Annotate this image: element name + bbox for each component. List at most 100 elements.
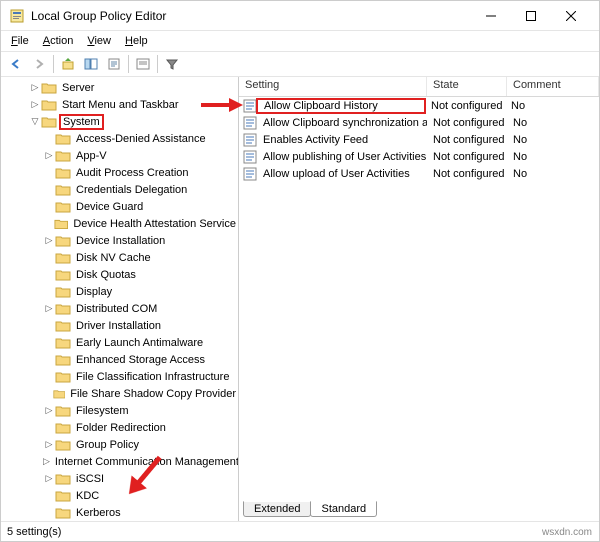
list-body[interactable]: Allow Clipboard HistoryNot configuredNoA…: [239, 97, 599, 501]
tree-item-label: Enhanced Storage Access: [74, 354, 207, 366]
folder-icon: [55, 472, 71, 486]
toolbar: [1, 51, 599, 77]
twisty-collapsed-icon[interactable]: ▷: [43, 473, 55, 485]
folder-icon: [54, 217, 68, 231]
column-state[interactable]: State: [427, 77, 507, 96]
folder-icon: [55, 319, 71, 333]
tree-item[interactable]: Disk NV Cache: [1, 249, 238, 266]
titlebar: Local Group Policy Editor: [1, 1, 599, 31]
tree-item[interactable]: Access-Denied Assistance: [1, 130, 238, 147]
properties-button[interactable]: [103, 53, 125, 75]
tree-item[interactable]: ▷Internet Communication Management: [1, 453, 238, 470]
tree-item-label: Disk Quotas: [74, 269, 138, 281]
tab-extended[interactable]: Extended: [243, 501, 311, 517]
twisty-expanded-icon[interactable]: ▽: [29, 116, 41, 128]
list-row[interactable]: Enables Activity FeedNot configuredNo: [239, 131, 599, 148]
tree-item[interactable]: Disk Quotas: [1, 266, 238, 283]
tab-standard[interactable]: Standard: [310, 501, 377, 517]
setting-icon: [243, 116, 257, 130]
setting-icon: [243, 167, 257, 181]
twisty-collapsed-icon[interactable]: ▷: [29, 99, 41, 111]
refresh-button[interactable]: [132, 53, 154, 75]
twisty-none: [43, 422, 55, 434]
tree-item[interactable]: Credentials Delegation: [1, 181, 238, 198]
cell-state: Not configured: [427, 168, 507, 180]
twisty-collapsed-icon[interactable]: ▷: [43, 405, 55, 417]
tree-item[interactable]: Early Launch Antimalware: [1, 334, 238, 351]
tree-pane[interactable]: ▷Server▷Start Menu and Taskbar▽SystemAcc…: [1, 77, 239, 521]
tree-item[interactable]: Enhanced Storage Access: [1, 351, 238, 368]
tree-item-label: App-V: [74, 150, 109, 162]
tree-item[interactable]: ▷Server: [1, 79, 238, 96]
twisty-none: [43, 286, 55, 298]
status-text: 5 setting(s): [7, 526, 61, 538]
folder-icon: [55, 489, 71, 503]
list-row[interactable]: Allow Clipboard HistoryNot configuredNo: [239, 97, 599, 114]
show-hide-tree-button[interactable]: [80, 53, 102, 75]
list-row[interactable]: Allow Clipboard synchronization across d…: [239, 114, 599, 131]
folder-icon: [55, 438, 71, 452]
column-setting[interactable]: Setting: [239, 77, 427, 96]
twisty-none: [43, 184, 55, 196]
tree-item[interactable]: ▷Group Policy: [1, 436, 238, 453]
tree-item-label: Internet Communication Management: [53, 456, 239, 468]
tree-item[interactable]: ▽System: [1, 113, 238, 130]
twisty-collapsed-icon[interactable]: ▷: [43, 456, 50, 468]
cell-setting: Allow publishing of User Activities: [257, 151, 427, 163]
menu-file[interactable]: File: [5, 33, 35, 49]
tree-item[interactable]: ▷Filesystem: [1, 402, 238, 419]
twisty-collapsed-icon[interactable]: ▷: [43, 235, 55, 247]
twisty-collapsed-icon[interactable]: ▷: [43, 303, 55, 315]
maximize-button[interactable]: [511, 1, 551, 31]
tree-item[interactable]: Device Health Attestation Service: [1, 215, 238, 232]
twisty-none: [43, 167, 55, 179]
twisty-collapsed-icon[interactable]: ▷: [29, 82, 41, 94]
cell-comment: No: [505, 100, 599, 112]
tree-item[interactable]: ▷iSCSI: [1, 470, 238, 487]
forward-button[interactable]: [28, 53, 50, 75]
list-row[interactable]: Allow upload of User ActivitiesNot confi…: [239, 165, 599, 182]
tree-item[interactable]: Audit Process Creation: [1, 164, 238, 181]
twisty-none: [43, 269, 55, 281]
twisty-none: [43, 371, 55, 383]
tree-item[interactable]: Kerberos: [1, 504, 238, 521]
minimize-button[interactable]: [471, 1, 511, 31]
column-comment[interactable]: Comment: [507, 77, 599, 96]
tree-item[interactable]: ▷ App-V: [1, 147, 238, 164]
menu-help[interactable]: Help: [119, 33, 154, 49]
twisty-collapsed-icon[interactable]: ▷: [43, 439, 55, 451]
folder-icon: [41, 115, 57, 129]
folder-icon: [55, 302, 71, 316]
folder-icon: [41, 98, 57, 112]
twisty-collapsed-icon[interactable]: ▷: [43, 150, 55, 162]
cell-state: Not configured: [427, 134, 507, 146]
tree-item[interactable]: Display: [1, 283, 238, 300]
tree-item[interactable]: File Share Shadow Copy Provider: [1, 385, 238, 402]
back-button[interactable]: [5, 53, 27, 75]
list-row[interactable]: Allow publishing of User ActivitiesNot c…: [239, 148, 599, 165]
tree-item-label: Device Guard: [74, 201, 145, 213]
tree-item[interactable]: ▷Device Installation: [1, 232, 238, 249]
list-pane: Setting State Comment Allow Clipboard Hi…: [239, 77, 599, 521]
tree-item-label: Display: [74, 286, 114, 298]
tree-item[interactable]: KDC: [1, 487, 238, 504]
folder-icon: [55, 370, 71, 384]
tree-item[interactable]: File Classification Infrastructure: [1, 368, 238, 385]
filter-button[interactable]: [161, 53, 183, 75]
tree-item[interactable]: Driver Installation: [1, 317, 238, 334]
tree-item[interactable]: ▷ Distributed COM: [1, 300, 238, 317]
tree-item-label: File Classification Infrastructure: [74, 371, 231, 383]
menu-view[interactable]: View: [81, 33, 117, 49]
cell-comment: No: [507, 168, 599, 180]
list-header[interactable]: Setting State Comment: [239, 77, 599, 97]
tree-item-label: KDC: [74, 490, 101, 502]
menu-action[interactable]: Action: [37, 33, 80, 49]
tree-item[interactable]: Folder Redirection: [1, 419, 238, 436]
folder-icon: [55, 506, 71, 520]
folder-icon: [55, 404, 71, 418]
up-button[interactable]: [57, 53, 79, 75]
close-button[interactable]: [551, 1, 591, 31]
tree-item[interactable]: ▷Start Menu and Taskbar: [1, 96, 238, 113]
tree-item-label: Distributed COM: [74, 303, 159, 315]
tree-item[interactable]: Device Guard: [1, 198, 238, 215]
